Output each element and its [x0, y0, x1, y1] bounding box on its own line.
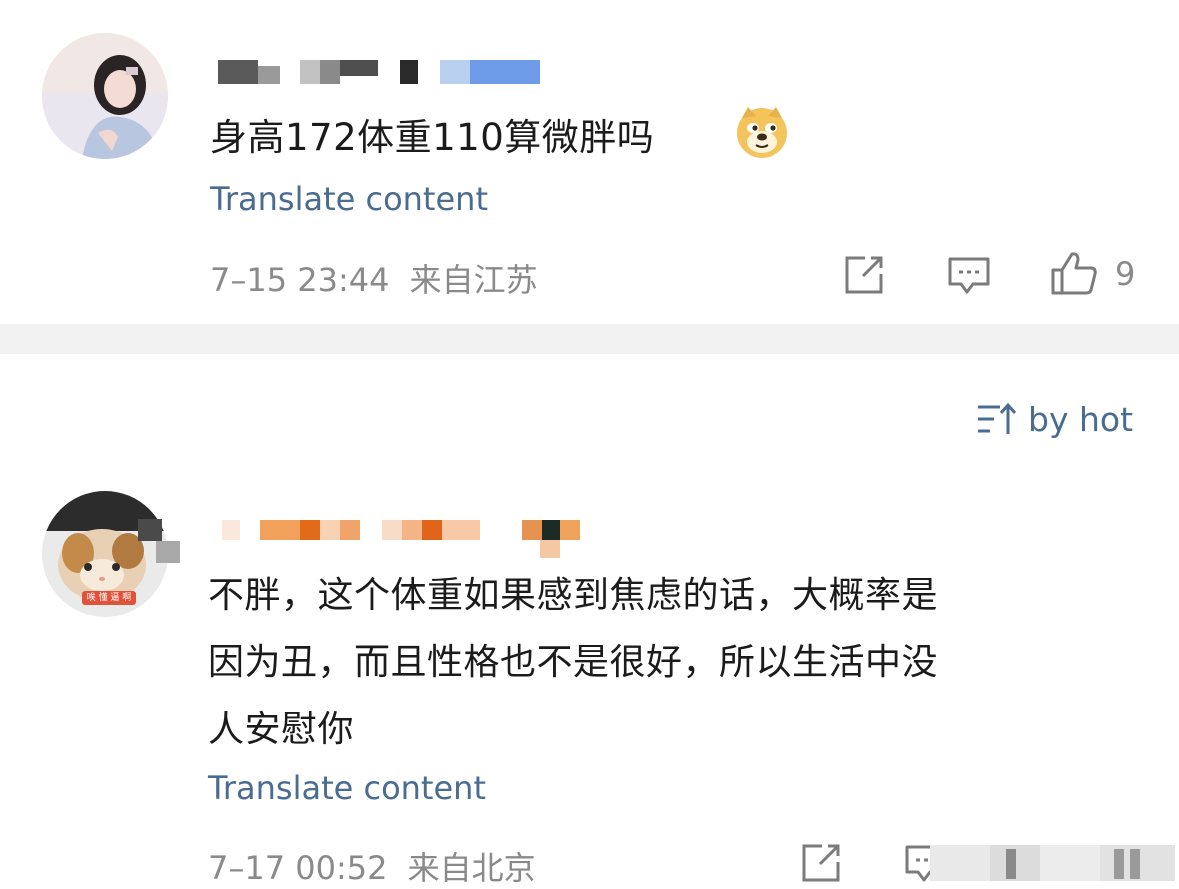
comment-line: 不胖，这个体重如果感到焦虑的话，大概率是 [208, 575, 939, 616]
like-icon[interactable] [1050, 250, 1098, 296]
sort-button[interactable]: by hot [976, 400, 1133, 439]
comment-text: 身高172体重110算微胖吗 [210, 104, 654, 171]
share-icon[interactable] [843, 254, 885, 296]
avatar-badge: 唉 懂 逼 啊 [82, 591, 136, 605]
section-divider [0, 324, 1179, 354]
timestamp: 7–17 00:52 [208, 849, 388, 887]
sort-label: by hot [1028, 400, 1134, 439]
avatar[interactable] [42, 33, 168, 159]
comment-icon[interactable] [947, 256, 991, 296]
translate-link[interactable]: Translate content [210, 180, 488, 218]
username-blurred[interactable] [218, 60, 548, 86]
comment-text: 不胖，这个体重如果感到焦虑的话，大概率是 因为丑，而且性格也不是很好，所以生活中… [208, 562, 1128, 763]
comment-meta: 7–15 23:44 来自江苏 [210, 255, 538, 301]
username-blurred[interactable] [222, 520, 582, 560]
location: 来自江苏 [409, 261, 538, 299]
comment-meta: 7–17 00:52 来自北京 [208, 843, 536, 889]
like-count: 9 [1115, 255, 1136, 293]
comment-body: 身高172体重110算微胖吗 [210, 116, 655, 159]
timestamp: 7–15 23:44 [210, 261, 390, 299]
comment-line: 人安慰你 [208, 709, 355, 750]
avatar-mosaic [138, 519, 184, 565]
share-icon[interactable] [800, 842, 842, 884]
sort-icon [978, 402, 1017, 434]
doge-emoji-icon [737, 107, 787, 158]
location: 来自北京 [407, 849, 536, 887]
avatar-photo [42, 33, 168, 159]
mosaic-overlay [930, 845, 1175, 883]
comment-line: 因为丑，而且性格也不是很好，所以生活中没 [208, 642, 939, 683]
translate-link[interactable]: Translate content [208, 769, 486, 807]
